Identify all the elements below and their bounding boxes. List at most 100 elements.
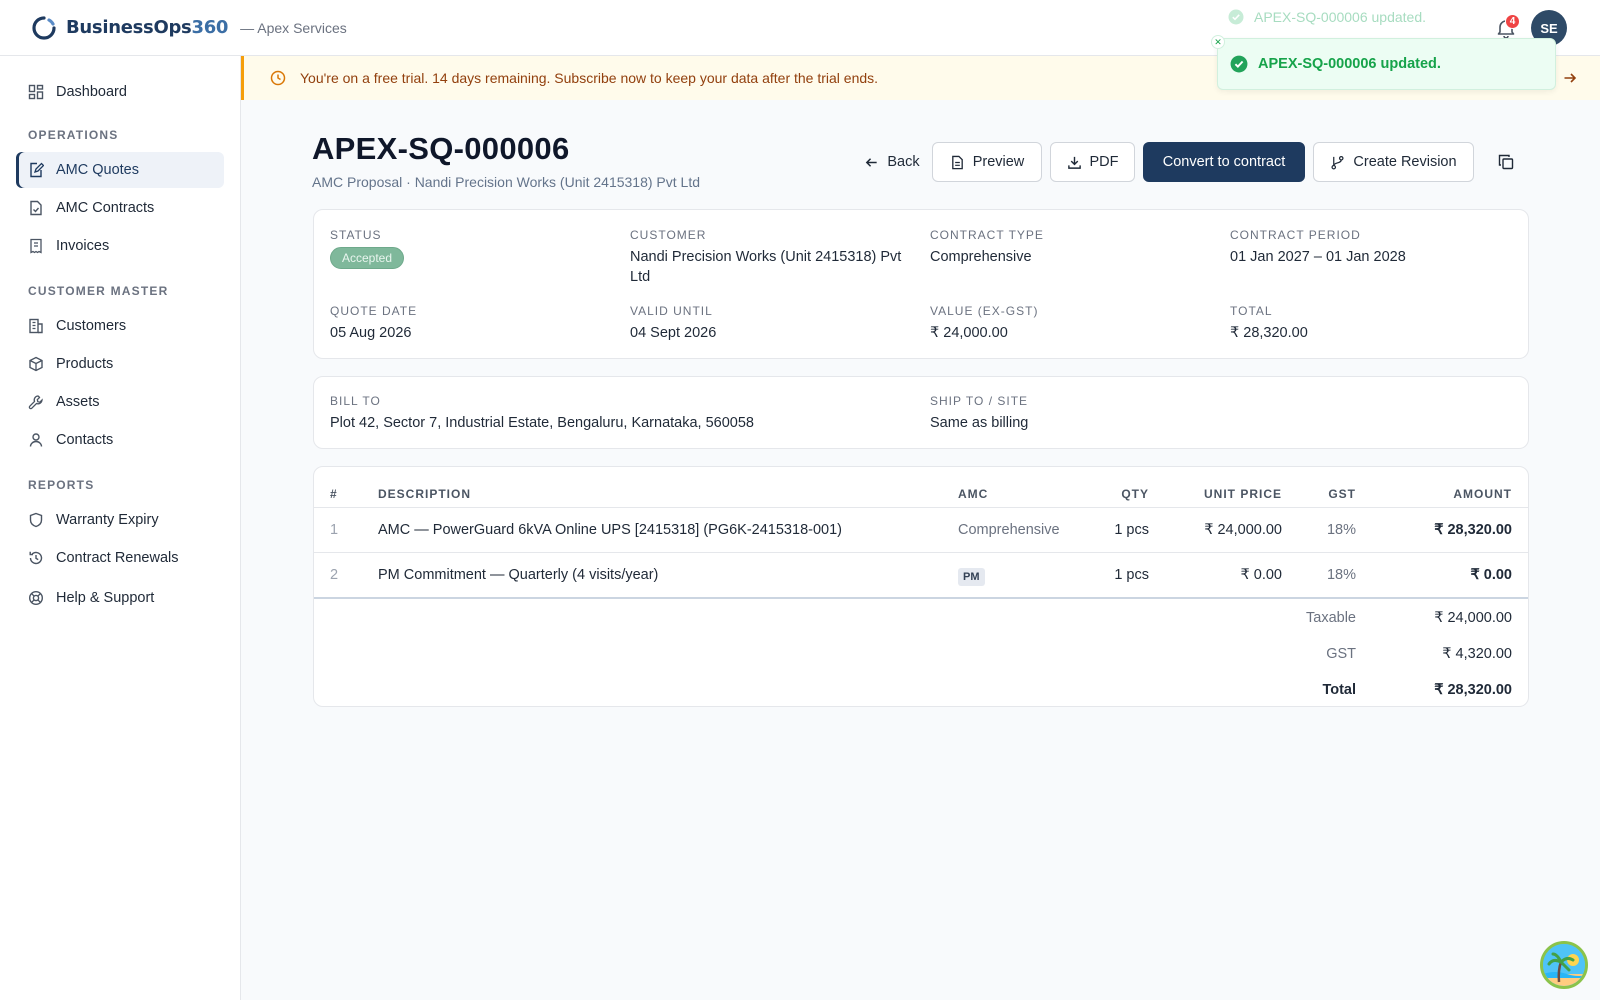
sidebar-item-label: AMC Contracts <box>56 200 155 216</box>
git-branch-icon <box>1331 155 1344 169</box>
receipt-icon <box>30 238 42 254</box>
sidebar-item-products[interactable]: Products <box>16 346 224 382</box>
sidebar-item-label: Contract Renewals <box>56 550 179 566</box>
row-1-gst: 18% <box>1326 522 1356 538</box>
user-icon <box>29 433 43 447</box>
edit-document-icon <box>30 162 44 178</box>
clock-icon <box>270 70 286 86</box>
sidebar-item-label: Invoices <box>56 238 110 254</box>
pdf-button-label: PDF <box>1089 154 1119 170</box>
column-header-unit-price: UNIT PRICE <box>1203 487 1282 501</box>
sidebar-item-amc-quotes[interactable]: AMC Quotes <box>16 152 224 188</box>
create-revision-button[interactable]: Create Revision <box>1313 142 1474 182</box>
organization-name: — Apex Services <box>240 19 347 36</box>
sidebar-section-customer-master: CUSTOMER MASTER <box>28 284 169 298</box>
column-header-num: # <box>330 487 338 501</box>
grand-total-label: Total <box>1322 682 1356 698</box>
column-header-description: DESCRIPTION <box>378 487 472 501</box>
building-icon <box>29 318 43 334</box>
sidebar-item-customers[interactable]: Customers <box>16 308 224 344</box>
toast-close-button[interactable]: ✕ <box>1211 35 1225 49</box>
brand-name: BusinessOps360 <box>66 17 229 38</box>
customer-value-line1: Nandi Precision Works (Unit 2415318) Pvt <box>630 249 902 265</box>
address-card: BILL TO Plot 42, Sector 7, Industrial Es… <box>313 376 1529 449</box>
status-badge: Accepted <box>330 247 405 269</box>
total-label: TOTAL <box>1230 304 1273 318</box>
ship-to-value: Same as billing <box>930 415 1029 431</box>
shield-icon <box>29 512 43 528</box>
grand-total-value: ₹ 28,320.00 <box>1434 682 1512 698</box>
check-circle-icon <box>1230 55 1248 73</box>
bill-to-label: BILL TO <box>330 394 381 408</box>
arrow-right-icon[interactable] <box>1562 70 1578 86</box>
success-toast: APEX-SQ-000006 updated. <box>1217 38 1556 90</box>
arrow-left-icon <box>866 157 878 167</box>
taxable-label: Taxable <box>1306 610 1356 626</box>
row-1-description: AMC — PowerGuard 6kVA Online UPS [241531… <box>378 522 842 538</box>
sidebar-item-help-support[interactable]: Help & Support <box>16 580 224 616</box>
page-subtitle: AMC Proposal · Nandi Precision Works (Un… <box>312 174 701 190</box>
package-icon <box>29 356 43 372</box>
toast-previous: APEX-SQ-000006 updated. <box>1228 4 1426 30</box>
preview-button-label: Preview <box>972 154 1025 170</box>
copy-button[interactable] <box>1490 142 1522 182</box>
row-2-unit-price: ₹ 0.00 <box>1240 567 1282 583</box>
column-header-gst: GST <box>1328 487 1356 501</box>
totals-divider <box>314 597 1528 599</box>
sidebar-section-reports: REPORTS <box>28 478 95 492</box>
sidebar-item-contract-renewals[interactable]: Contract Renewals <box>16 540 224 576</box>
value-ex-gst-value: ₹ 24,000.00 <box>930 325 1008 341</box>
wrench-icon <box>28 395 43 410</box>
quote-date-label: QUOTE DATE <box>330 304 418 318</box>
sidebar-item-dashboard[interactable]: Dashboard <box>16 74 224 110</box>
sidebar-item-label: AMC Quotes <box>56 162 139 178</box>
row-2-gst: 18% <box>1326 567 1356 583</box>
convert-to-contract-button[interactable]: Convert to contract <box>1143 142 1305 182</box>
back-button[interactable]: Back <box>846 142 938 182</box>
create-revision-label: Create Revision <box>1353 154 1457 170</box>
sidebar-item-invoices[interactable]: Invoices <box>16 228 224 264</box>
row-1-num: 1 <box>330 522 339 538</box>
sidebar-item-warranty-expiry[interactable]: Warranty Expiry <box>16 502 224 538</box>
preview-button[interactable]: Preview <box>932 142 1042 182</box>
row-2-amc-chip: PM <box>958 568 985 586</box>
contract-type-label: CONTRACT TYPE <box>930 228 1044 242</box>
ship-to-label: SHIP TO / SITE <box>930 394 1029 408</box>
dashboard-icon <box>28 84 44 100</box>
column-header-amc: AMC <box>958 487 989 501</box>
sidebar-item-label: Assets <box>56 394 100 410</box>
valid-until-value: 04 Sept 2026 <box>630 325 717 341</box>
sidebar-item-label: Warranty Expiry <box>56 512 159 528</box>
copy-icon <box>1498 154 1514 170</box>
header-divider <box>314 507 1528 508</box>
toast-previous-message: APEX-SQ-000006 updated. <box>1254 9 1427 25</box>
sidebar-item-label: Products <box>56 356 114 372</box>
contract-period-value: 01 Jan 2027 – 01 Jan 2028 <box>1230 249 1406 265</box>
bill-to-value: Plot 42, Sector 7, Industrial Estate, Be… <box>330 415 754 431</box>
sidebar-item-label: Contacts <box>56 432 114 448</box>
sidebar-item-assets[interactable]: Assets <box>16 384 224 420</box>
taxable-value: ₹ 24,000.00 <box>1434 610 1512 626</box>
sidebar-item-label: Dashboard <box>56 84 127 100</box>
file-check-icon <box>30 200 42 216</box>
pdf-button[interactable]: PDF <box>1050 142 1135 182</box>
row-1-amc: Comprehensive <box>958 522 1060 538</box>
column-header-qty: QTY <box>1121 487 1149 501</box>
history-icon <box>29 551 43 565</box>
total-value: ₹ 28,320.00 <box>1230 325 1308 341</box>
sidebar-item-amc-contracts[interactable]: AMC Contracts <box>16 190 224 226</box>
valid-until-label: VALID UNTIL <box>630 304 713 318</box>
trial-banner-message: You're on a free trial. 14 days remainin… <box>300 70 879 86</box>
logo[interactable]: BusinessOps360 <box>32 15 229 40</box>
sidebar-item-label: Customers <box>56 318 127 334</box>
back-button-label: Back <box>887 154 920 170</box>
line-items-table: # DESCRIPTION AMC QTY UNIT PRICE GST AMO… <box>313 466 1529 707</box>
convert-to-contract-label: Convert to contract <box>1162 154 1286 170</box>
assistant-avatar-button[interactable] <box>1540 941 1588 989</box>
beach-palm-icon <box>1543 944 1585 986</box>
check-circle-icon <box>1228 9 1244 25</box>
row-1-qty: 1 pcs <box>1114 522 1149 538</box>
sidebar-item-contacts[interactable]: Contacts <box>16 422 224 458</box>
value-ex-gst-label: VALUE (EX-GST) <box>930 304 1039 318</box>
row-2-amount: ₹ 0.00 <box>1470 567 1512 583</box>
